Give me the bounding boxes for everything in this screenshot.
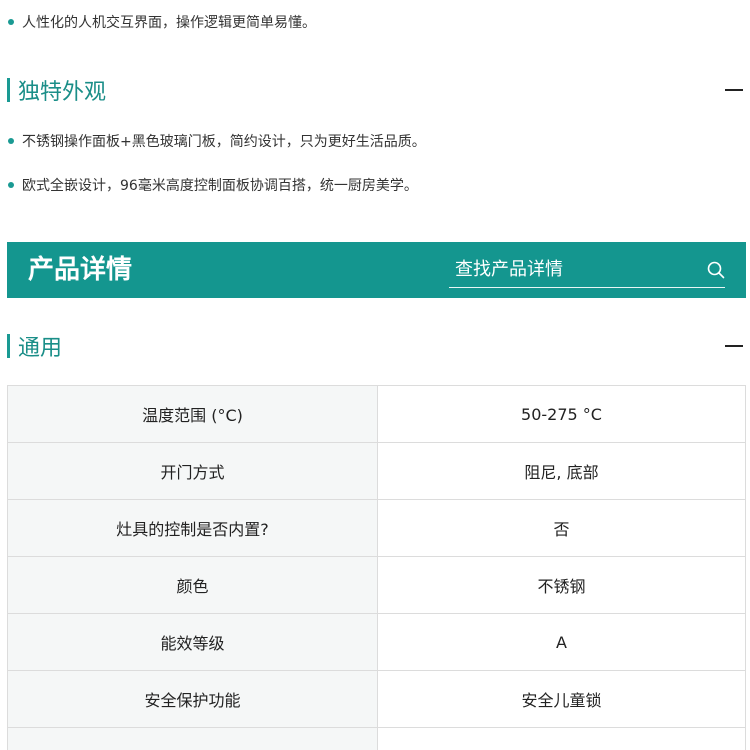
search-icon[interactable] [707,261,725,279]
spec-key [7,727,378,750]
table-row: 温度范围 (°C) 50-275 °C [7,385,746,443]
product-details-banner: 产品详情 [7,242,746,298]
bullet-dot [8,19,14,25]
feature-bullet: 不锈钢操作面板+黑色玻璃门板，简约设计，只为更好生活品质。 [0,126,740,156]
spec-key: 安全保护功能 [7,670,378,728]
spec-value: 不锈钢 [377,556,746,614]
section-accent-bar [7,334,10,358]
table-row: 颜色 不锈钢 [7,556,746,614]
feature-text: 欧式全嵌设计，96毫米高度控制面板协调百搭，统一厨房美学。 [22,178,418,194]
spec-value: A [377,613,746,671]
banner-title: 产品详情 [28,255,133,285]
section-header-general[interactable]: 通用 [7,331,743,361]
spec-value [377,727,746,750]
section-title: 通用 [18,336,63,361]
table-row: 能效等级 A [7,613,746,671]
spec-key: 能效等级 [7,613,378,671]
feature-bullet: 人性化的人机交互界面，操作逻辑更简单易懂。 [0,7,740,37]
feature-text: 人性化的人机交互界面，操作逻辑更简单易懂。 [22,15,316,31]
spec-key: 灶具的控制是否内置? [7,499,378,557]
spec-value: 50-275 °C [377,385,746,443]
table-row [7,727,746,750]
spec-key: 开门方式 [7,442,378,500]
table-row: 开门方式 阻尼, 底部 [7,442,746,500]
spec-value: 否 [377,499,746,557]
table-row: 灶具的控制是否内置? 否 [7,499,746,557]
section-title: 独特外观 [18,80,107,105]
search-input[interactable] [455,253,695,285]
collapse-icon[interactable] [725,89,743,91]
feature-bullet: 欧式全嵌设计，96毫米高度控制面板协调百搭，统一厨房美学。 [0,170,740,200]
spec-value: 阻尼, 底部 [377,442,746,500]
feature-text: 不锈钢操作面板+黑色玻璃门板，简约设计，只为更好生活品质。 [22,134,426,150]
spec-key: 温度范围 (°C) [7,385,378,443]
bullet-dot [8,182,14,188]
page: 人性化的人机交互界面，操作逻辑更简单易懂。 独特外观 不锈钢操作面板+黑色玻璃门… [0,0,750,750]
search-box[interactable] [449,253,725,288]
section-accent-bar [7,78,10,102]
collapse-icon[interactable] [725,345,743,347]
spec-table: 温度范围 (°C) 50-275 °C 开门方式 阻尼, 底部 灶具的控制是否内… [7,385,746,750]
spec-value: 安全儿童锁 [377,670,746,728]
spec-key: 颜色 [7,556,378,614]
section-header-appearance[interactable]: 独特外观 [7,75,743,105]
table-row: 安全保护功能 安全儿童锁 [7,670,746,728]
bullet-dot [8,138,14,144]
